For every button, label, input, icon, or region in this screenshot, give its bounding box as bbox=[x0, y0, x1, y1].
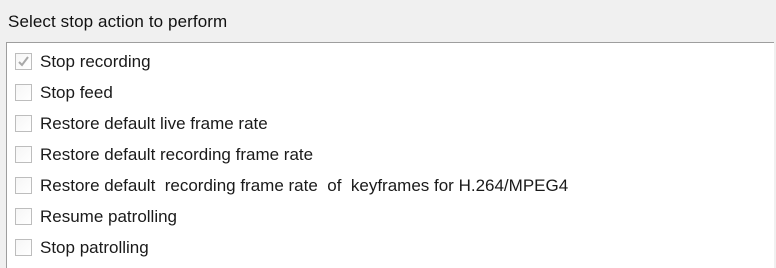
item-label: Restore default live frame rate bbox=[40, 113, 268, 133]
list-item-stop-recording[interactable]: Stop recording bbox=[7, 46, 151, 77]
checkbox-restore-live-frame-rate[interactable] bbox=[15, 115, 32, 132]
checkmark-icon bbox=[18, 56, 29, 67]
checkbox-resume-patrolling[interactable] bbox=[15, 208, 32, 225]
checkbox-restore-recording-frame-rate[interactable] bbox=[15, 146, 32, 163]
item-label: Stop feed bbox=[40, 82, 113, 102]
item-label: Restore default recording frame rate bbox=[40, 144, 314, 164]
item-label: Stop recording bbox=[40, 51, 151, 71]
checkbox-restore-keyframe-rate[interactable] bbox=[15, 177, 32, 194]
list-item-stop-feed[interactable]: Stop feed bbox=[7, 77, 113, 108]
stop-action-panel: Select stop action to perform Stop recor… bbox=[0, 0, 776, 268]
list-item-restore-live-frame-rate[interactable]: Restore default live frame rate bbox=[7, 108, 268, 139]
list-item-resume-patrolling[interactable]: Resume patrolling bbox=[7, 201, 177, 232]
item-label: Resume patrolling bbox=[40, 206, 178, 226]
section-title: Select stop action to perform bbox=[8, 12, 228, 31]
list-item-stop-patrolling[interactable]: Stop patrolling bbox=[7, 232, 149, 263]
list-item-restore-recording-frame-rate[interactable]: Restore default recording frame rate bbox=[7, 139, 313, 170]
item-label: Stop patrolling bbox=[40, 237, 149, 257]
checkbox-stop-recording[interactable] bbox=[15, 53, 32, 70]
stop-action-list[interactable]: Stop recording Stop feed Restore default… bbox=[6, 42, 774, 268]
item-label: Restore default recording frame rate of … bbox=[40, 175, 569, 195]
checkbox-stop-patrolling[interactable] bbox=[15, 239, 32, 256]
list-item-restore-keyframe-rate[interactable]: Restore default recording frame rate of … bbox=[7, 170, 568, 201]
checkbox-stop-feed[interactable] bbox=[15, 84, 32, 101]
